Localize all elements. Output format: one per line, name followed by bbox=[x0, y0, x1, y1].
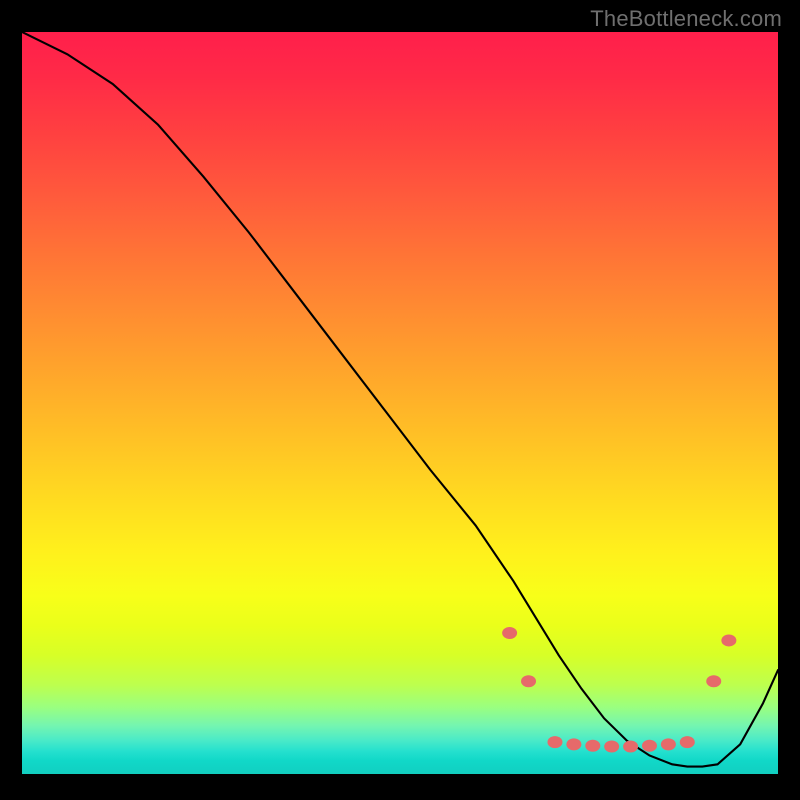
chart-frame bbox=[10, 28, 790, 788]
highlight-dot bbox=[721, 634, 736, 646]
highlight-dot bbox=[566, 738, 581, 750]
highlight-dot bbox=[642, 740, 657, 752]
highlight-dot bbox=[706, 675, 721, 687]
bottleneck-curve-line bbox=[22, 32, 778, 767]
highlight-dot bbox=[661, 738, 676, 750]
highlight-dot bbox=[521, 675, 536, 687]
highlight-dot bbox=[502, 627, 517, 639]
highlight-dot bbox=[585, 740, 600, 752]
chart-svg bbox=[22, 32, 778, 774]
watermark-text: TheBottleneck.com bbox=[590, 6, 782, 32]
highlight-dot bbox=[547, 736, 562, 748]
highlight-dot bbox=[623, 741, 638, 753]
highlight-dot bbox=[680, 736, 695, 748]
highlight-dot bbox=[604, 741, 619, 753]
chart-plot-area bbox=[22, 32, 778, 774]
